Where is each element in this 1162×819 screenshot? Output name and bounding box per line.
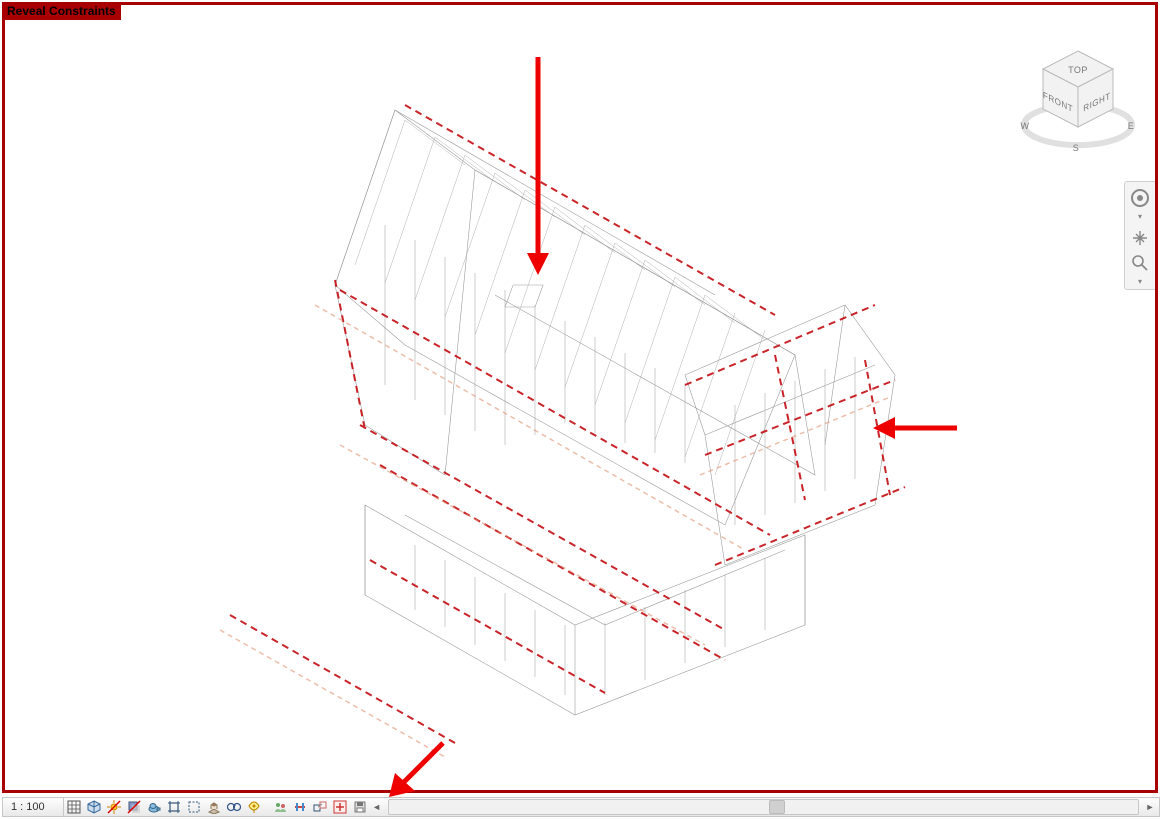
scroll-left-arrow[interactable]: ◄ [370, 800, 384, 814]
analytical-model-icon[interactable] [291, 798, 309, 816]
steering-wheel-icon[interactable] [1128, 186, 1152, 210]
reveal-constraints-icon[interactable] [331, 798, 349, 816]
nav-expand-1[interactable]: ▾ [1125, 211, 1155, 221]
pan-icon[interactable] [1128, 226, 1152, 250]
crop-view-icon[interactable] [165, 798, 183, 816]
sun-path-off-icon[interactable] [105, 798, 123, 816]
highlight-displacement-icon[interactable] [311, 798, 329, 816]
show-crop-region-icon[interactable] [185, 798, 203, 816]
model-3d-view[interactable] [5, 5, 1155, 790]
navigation-bar: ▾ ▾ [1124, 181, 1155, 290]
reveal-hidden-icon[interactable] [245, 798, 263, 816]
viewcube-top[interactable]: TOP [1068, 65, 1088, 75]
zoom-icon[interactable] [1128, 251, 1152, 275]
compass-e[interactable]: E [1128, 121, 1135, 131]
reveal-constraints-viewport[interactable]: Reveal Constraints [2, 2, 1158, 793]
scroll-right-arrow[interactable]: ► [1143, 800, 1157, 814]
view-control-bar: 1 : 100 ◄ ► [2, 797, 1160, 817]
detail-level-icon[interactable] [65, 798, 83, 816]
worksharing-display-icon[interactable] [271, 798, 289, 816]
rendering-dialog-icon[interactable] [145, 798, 163, 816]
compass-w[interactable]: W [1021, 121, 1030, 131]
unlocked-3d-icon[interactable] [205, 798, 223, 816]
compass-s[interactable]: S [1073, 143, 1080, 153]
horizontal-scrollbar[interactable] [388, 799, 1139, 815]
shadows-off-icon[interactable] [125, 798, 143, 816]
model-graphics-icon[interactable] [85, 798, 103, 816]
scrollbar-thumb[interactable] [769, 800, 785, 814]
save-orientation-icon[interactable] [351, 798, 369, 816]
view-scale[interactable]: 1 : 100 [5, 798, 64, 816]
view-cube[interactable]: S W E TOP FRONT RIGHT [1013, 33, 1143, 163]
temporary-hide-isolate-icon[interactable] [225, 798, 243, 816]
nav-expand-2[interactable]: ▾ [1125, 276, 1155, 286]
